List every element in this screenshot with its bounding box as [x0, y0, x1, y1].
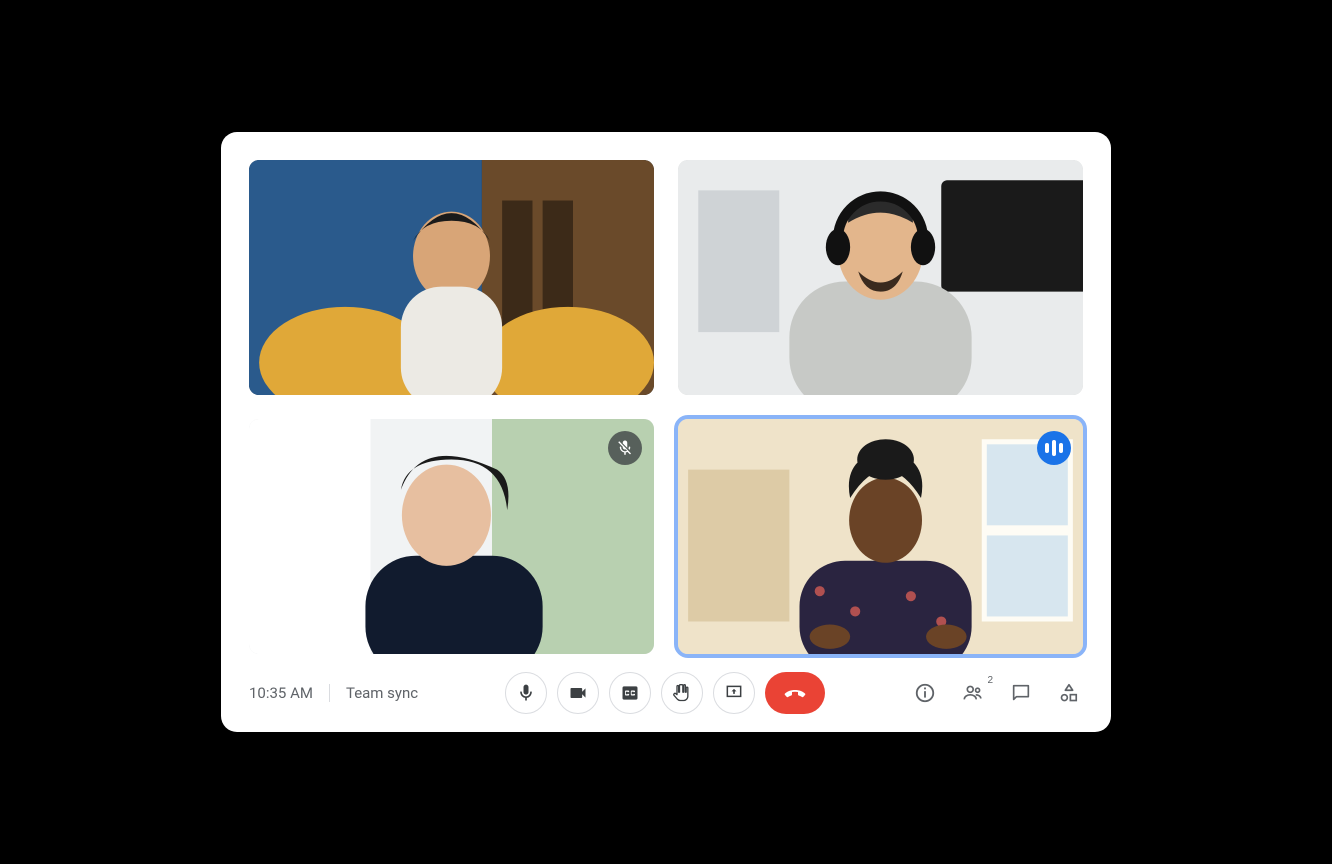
participant-count: 2 [987, 675, 993, 686]
meeting-window: 10:35 AM Team sync [221, 132, 1111, 732]
participant-tile[interactable] [249, 160, 654, 395]
meeting-info: 10:35 AM Team sync [249, 684, 418, 702]
participant-tile[interactable] [249, 419, 654, 654]
captions-button[interactable] [609, 672, 651, 714]
participant-video [249, 160, 654, 395]
participant-tile-active[interactable] [678, 419, 1083, 654]
hangup-button[interactable] [765, 672, 825, 714]
participant-video [678, 160, 1083, 395]
meeting-time: 10:35 AM [249, 684, 313, 702]
participant-tile[interactable] [678, 160, 1083, 395]
info-button[interactable] [911, 679, 939, 707]
people-button[interactable]: 2 [959, 679, 987, 707]
meeting-title: Team sync [346, 684, 418, 702]
camera-button[interactable] [557, 672, 599, 714]
call-controls [505, 672, 825, 714]
info-icon [914, 682, 936, 704]
mic-button[interactable] [505, 672, 547, 714]
mic-icon [516, 683, 536, 703]
activities-button[interactable] [1055, 679, 1083, 707]
camera-icon [568, 683, 588, 703]
separator [329, 684, 330, 702]
muted-icon [608, 431, 642, 465]
meeting-toolbar: 10:35 AM Team sync [249, 654, 1083, 732]
participant-video [249, 419, 654, 654]
raise-hand-icon [672, 683, 692, 703]
chat-icon [1010, 682, 1032, 704]
hangup-icon [783, 681, 807, 705]
chat-button[interactable] [1007, 679, 1035, 707]
speaking-icon [1037, 431, 1071, 465]
video-grid [249, 160, 1083, 654]
side-controls: 2 [911, 679, 1083, 707]
captions-icon [620, 683, 640, 703]
shapes-icon [1058, 682, 1080, 704]
people-icon [962, 682, 984, 704]
present-button[interactable] [713, 672, 755, 714]
participant-video [678, 419, 1083, 654]
raise-hand-button[interactable] [661, 672, 703, 714]
present-icon [724, 683, 744, 703]
